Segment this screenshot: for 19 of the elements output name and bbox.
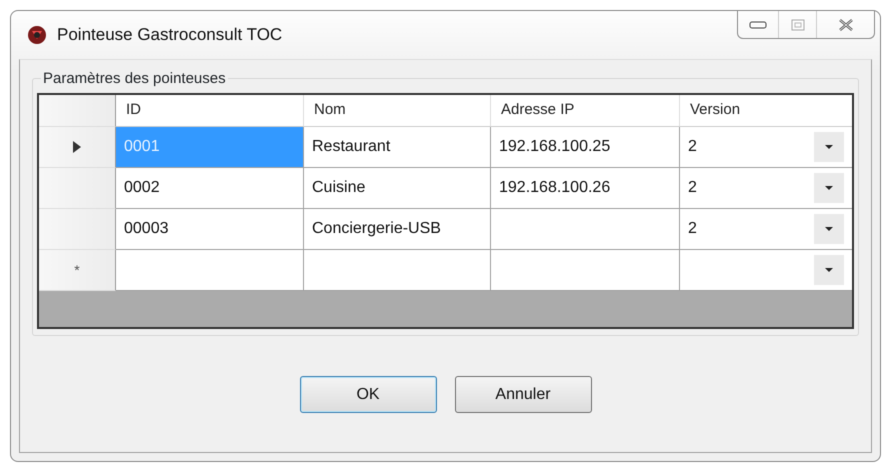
dropdown-arrow-icon[interactable]: [825, 268, 833, 272]
dialog-button[interactable]: OK: [300, 376, 436, 413]
app-icon: [27, 25, 47, 45]
current-row-icon: [73, 141, 81, 153]
column-header[interactable]: ID: [116, 95, 304, 127]
dropdown-arrow-icon[interactable]: [825, 186, 833, 190]
maximize-icon: [790, 18, 804, 30]
window-title: Pointeuse Gastroconsult TOC: [57, 24, 282, 46]
dialog-button[interactable]: Annuler: [454, 376, 592, 413]
new-row-marker: *: [74, 260, 80, 280]
minimize-icon: [749, 20, 767, 28]
column-header[interactable]: Nom: [304, 95, 491, 127]
dropdown-arrow-icon[interactable]: [825, 227, 833, 231]
row-header[interactable]: [39, 127, 116, 168]
row-header[interactable]: *: [39, 250, 116, 291]
column-header[interactable]: Adresse IP: [491, 95, 680, 127]
table-cell: 0001: [116, 127, 304, 168]
dropdown-arrow-icon[interactable]: [825, 145, 833, 149]
close-icon: [838, 18, 854, 32]
